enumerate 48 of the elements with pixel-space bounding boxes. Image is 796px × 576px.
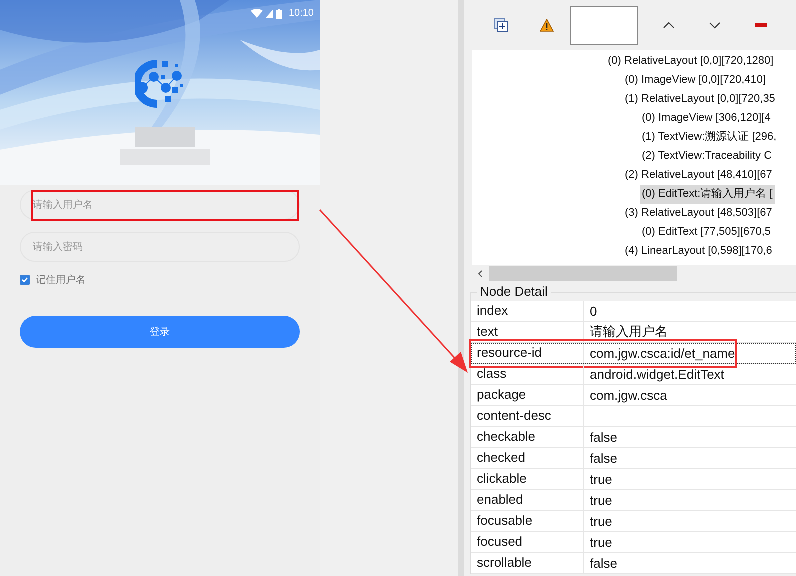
table-cell: com.jgw.csca bbox=[590, 388, 668, 402]
table-cell: false bbox=[590, 450, 618, 466]
horizontal-scrollbar[interactable] bbox=[472, 265, 796, 282]
table-cell: class bbox=[471, 364, 584, 384]
tree-item[interactable]: (1) RelativeLayout [0,0][720,35 bbox=[623, 90, 778, 109]
table-cell: clickable bbox=[471, 469, 584, 489]
table-cell: com.jgw.csca:id/et_name bbox=[590, 346, 736, 360]
table-cell: true bbox=[590, 534, 612, 550]
tree-item[interactable]: (1) TextView:溯源认证 [296, bbox=[640, 128, 779, 147]
table-cell: enabled bbox=[471, 490, 584, 510]
table-cell: android.widget.EditText bbox=[590, 366, 724, 382]
section-title: Node Detail bbox=[477, 284, 551, 299]
tree-item[interactable]: (0) ImageView [0,0][720,410] bbox=[623, 71, 768, 90]
table-cell: checked bbox=[471, 448, 584, 468]
login-button[interactable]: 登录 bbox=[20, 316, 300, 348]
tree-item[interactable]: (2) RelativeLayout [48,410][67 bbox=[623, 166, 774, 185]
tree-item[interactable]: (4) LinearLayout [0,598][170,6 bbox=[623, 242, 774, 261]
table-cell: resource-id bbox=[471, 343, 584, 363]
tree-item[interactable]: (3) RelativeLayout [48,503][67 bbox=[623, 204, 774, 223]
search-field[interactable] bbox=[570, 6, 638, 44]
password-field[interactable]: 请输入密码 bbox=[20, 232, 300, 262]
table-cell: true bbox=[590, 472, 612, 486]
tree-item[interactable]: (0) ImageView [306,120][4 bbox=[640, 109, 773, 128]
redacted-title bbox=[135, 127, 195, 147]
signal-icon bbox=[266, 10, 273, 18]
table-cell: 请输入用户名 bbox=[590, 324, 668, 339]
table-cell: scrollable bbox=[471, 553, 584, 573]
table-cell: true bbox=[590, 514, 612, 528]
table-cell: false bbox=[590, 430, 618, 444]
checkbox[interactable] bbox=[20, 275, 30, 285]
table-cell: text bbox=[471, 322, 584, 342]
table-cell: focusable bbox=[471, 511, 584, 531]
table-cell: false bbox=[590, 556, 618, 570]
tree-item[interactable]: (2) TextView:Traceability C bbox=[640, 147, 774, 166]
table-cell: index bbox=[471, 301, 584, 321]
table-cell: focused bbox=[471, 532, 584, 552]
table-cell: package bbox=[471, 385, 584, 405]
wifi-icon bbox=[250, 9, 263, 18]
table-cell: checkable bbox=[471, 427, 584, 447]
status-time: 10:10 bbox=[288, 8, 314, 19]
tree-item[interactable]: (0) EditText [77,505][670,5 bbox=[640, 223, 774, 242]
table-cell: 0 bbox=[590, 304, 598, 318]
table-cell: true bbox=[590, 492, 612, 508]
username-field[interactable]: 请输入用户名 bbox=[20, 190, 300, 220]
tree-item[interactable]: (0) RelativeLayout [0,0][720,1280] bbox=[606, 52, 776, 71]
table-cell: content-desc bbox=[471, 406, 584, 426]
checkbox-label: 记住用户名 bbox=[36, 274, 86, 287]
tree-item[interactable]: (0) EditText:请输入用户名 [ bbox=[640, 185, 775, 204]
